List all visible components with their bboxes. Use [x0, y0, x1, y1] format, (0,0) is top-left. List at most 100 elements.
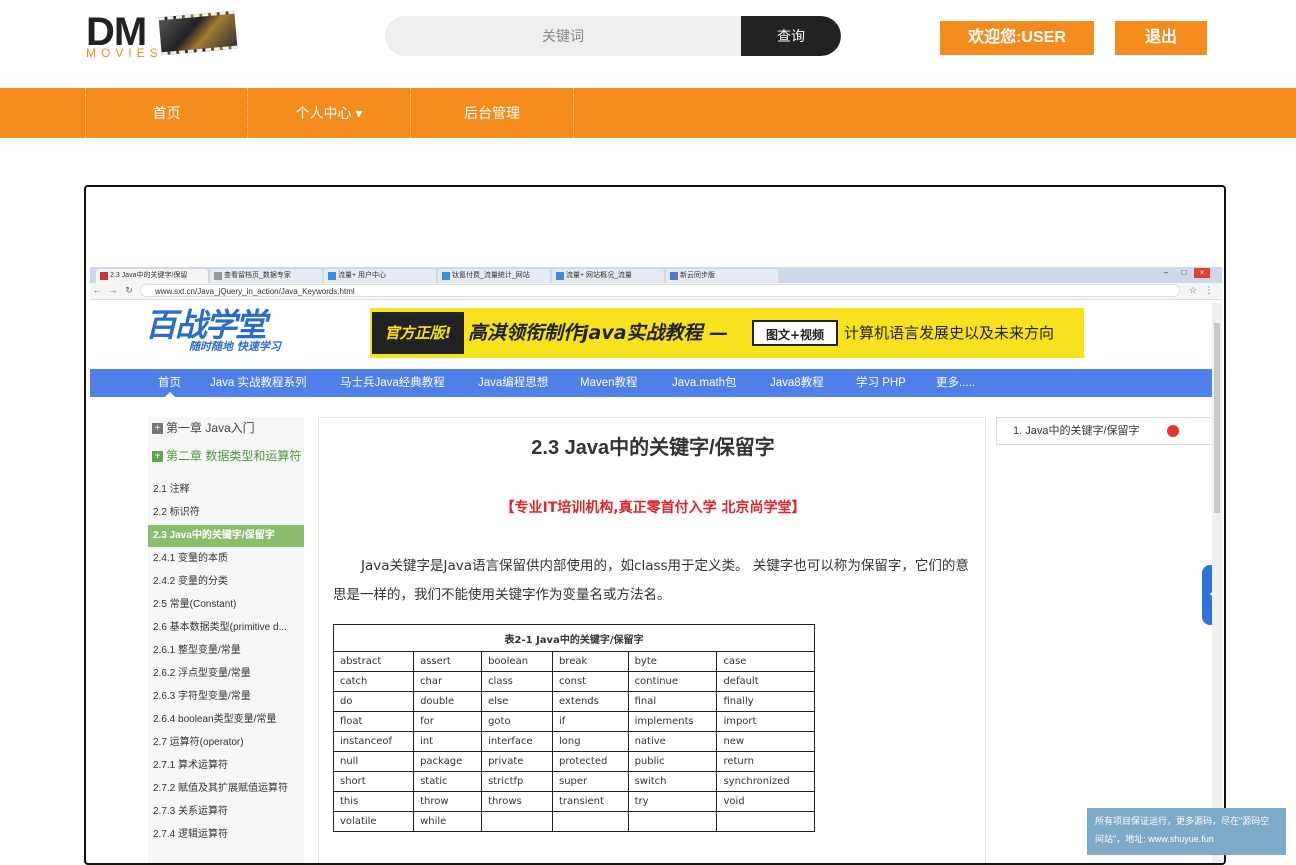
table-cell: strictfp [481, 771, 553, 792]
sidebar-item[interactable]: 2.6.1 整型变量/常量 [148, 640, 304, 662]
promo-banner[interactable]: 官方正版! 高淇领衔制作java实战教程 — 图文+视频 计算机语言发展史以及未… [370, 308, 1084, 358]
sidebar-item[interactable]: 2.7 运算符(operator) [148, 732, 304, 754]
sidebar-item[interactable]: 2.4.2 变量的分类 [148, 571, 304, 593]
sxt-nav-item[interactable]: Java 实战教程系列 [210, 369, 307, 397]
sxt-nav-item[interactable]: Maven教程 [580, 369, 638, 397]
site-logo[interactable]: DM MOVIES [86, 10, 238, 62]
banner-box: 图文+视频 [752, 320, 838, 346]
welcome-user-button[interactable]: 欢迎您:USER [940, 21, 1094, 55]
table-cell: default [716, 671, 815, 692]
sxt-nav-item[interactable]: 马士兵Java经典教程 [340, 369, 445, 397]
table-cell: void [716, 791, 815, 812]
sxt-nav-item[interactable]: 更多..... [936, 369, 975, 397]
close-icon[interactable]: × [1194, 268, 1210, 278]
maximize-icon[interactable]: □ [1176, 268, 1192, 278]
browser-tab[interactable]: 流量+ 用户中心 [324, 269, 436, 283]
scrollbar[interactable] [1212, 303, 1222, 863]
sidebar-item[interactable]: 2.6.4 boolean类型变量/常量 [148, 709, 304, 731]
sidebar-item[interactable]: 2.5 常量(Constant) [148, 594, 304, 616]
table-cell: switch [627, 771, 718, 792]
table-cell: case [716, 651, 815, 672]
search-bar: 查询 [385, 16, 841, 56]
sidebar-item[interactable]: 2.7.1 算术运算符 [148, 755, 304, 777]
table-cell: package [413, 751, 483, 772]
table-row: short static strictfp super switch synchroniz… [332, 771, 815, 792]
sidebar-chapter-1[interactable]: + 第一章 Java入门 [152, 421, 302, 435]
sxt-nav-item[interactable]: Java.math包 [672, 369, 737, 397]
article-title: 2.3 Java中的关键字/保留字 [531, 437, 775, 459]
sxt-logo[interactable]: 百战学堂 随时随地 快速学习 [145, 307, 295, 357]
nav-admin[interactable]: 后台管理 [410, 88, 574, 138]
article-slogan[interactable]: 【专业IT培训机构,真正零首付入学 北京尚学堂】 [319, 498, 987, 518]
sidebar-item[interactable]: 2.6 基本数据类型(primitive d... [148, 617, 304, 639]
sidebar-item[interactable]: 2.7.3 关系运算符 [148, 801, 304, 823]
sxt-logo-slogan: 随时随地 快速学习 [189, 340, 281, 353]
table-cell [716, 811, 815, 832]
table-cell: implements [627, 711, 718, 732]
favicon-icon [670, 272, 678, 280]
table-row: instanceof int interface long native new [332, 731, 815, 752]
table-cell: catch [332, 671, 415, 692]
source-note: 所有项目保证运行，更多源码，尽在"源码空间站"，地址: www.shuyue.f… [1087, 808, 1286, 855]
reload-icon[interactable]: ↻ [124, 285, 134, 296]
keywords-table: 表2-1 Java中的关键字/保留字 abstract assert boolean… [332, 624, 815, 832]
table-cell: final [627, 691, 718, 712]
sidebar-item[interactable]: 2.4.1 变量的本质 [148, 548, 304, 570]
nav-personal-center[interactable]: 个人中心 ▾ [247, 88, 410, 138]
table-cell: transient [552, 791, 629, 812]
sxt-nav-item[interactable]: 学习 PHP [856, 369, 906, 397]
banner-badge: 官方正版! [372, 312, 464, 354]
table-row: do double else extends final finally [332, 691, 815, 712]
sidebar-item-active[interactable]: 2.3 Java中的关键字/保留字 [148, 525, 304, 547]
sidebar-item[interactable]: 2.7.4 逻辑运算符 [148, 824, 304, 846]
star-icon[interactable]: ☆ [1188, 285, 1198, 296]
page-icon [214, 272, 222, 280]
table-cell: if [552, 711, 629, 732]
browser-tab-bar: 2.3 Java中的关键字/保留 查看留档页_数据专家 流量+ 用户中心 钛氪付… [90, 267, 1222, 283]
forward-icon[interactable]: → [108, 285, 118, 295]
menu-icon[interactable]: ⋮ [1204, 285, 1214, 296]
browser-tab[interactable]: 流量+ 网站概况_流量 [552, 269, 664, 283]
table-cell: return [716, 751, 815, 772]
table-row: this throw throws transient try void [332, 791, 815, 812]
table-cell: import [716, 711, 815, 732]
search-input[interactable] [385, 16, 741, 56]
logout-button[interactable]: 退出 [1115, 21, 1207, 55]
sidebar-item[interactable]: 2.6.3 字符型变量/常量 [148, 686, 304, 708]
sxt-nav-home[interactable]: 首页 [158, 369, 181, 397]
table-cell: native [627, 731, 718, 752]
nav-home[interactable]: 首页 [85, 88, 247, 138]
browser-tab[interactable]: 钛氪付费_流量统计_网站 [438, 269, 550, 283]
sidebar-item[interactable]: 2.7.2 赋值及其扩展赋值运算符 [148, 778, 304, 800]
table-cell: assert [413, 651, 483, 672]
url-field[interactable]: www.sxt.cn/Java_jQuery_in_action/Java_Ke… [140, 284, 1180, 297]
browser-tab[interactable]: 2.3 Java中的关键字/保留 [96, 269, 208, 283]
sxt-nav-item[interactable]: Java编程思想 [478, 369, 548, 397]
content-frame: 2.3 Java中的关键字/保留 查看留档页_数据专家 流量+ 用户中心 钛氪付… [84, 185, 1226, 865]
sidebar-item[interactable]: 2.6.2 浮点型变量/常量 [148, 663, 304, 685]
minimize-icon[interactable]: – [1158, 268, 1174, 278]
sidebar-item[interactable]: 2.1 注释 [148, 479, 304, 501]
banner-title: 高淇领衔制作java实战教程 — [468, 322, 729, 344]
sidebar-item[interactable]: 2.2 标识符 [148, 502, 304, 524]
back-icon[interactable]: ← [92, 285, 102, 295]
article-paragraph: Java关键字是Java语言保留供内部使用的，如class用于定义类。 关键字也… [333, 558, 969, 603]
search-button[interactable]: 查询 [741, 16, 841, 56]
film-strip-icon [158, 10, 238, 56]
table-row: volatile while [332, 811, 815, 832]
table-cell: long [552, 731, 629, 752]
toc-item[interactable]: 1. Java中的关键字/保留字 [996, 417, 1214, 445]
collapse-icon[interactable] [1167, 425, 1179, 437]
table-cell [481, 811, 553, 832]
table-cell: int [413, 731, 483, 752]
scrollbar-thumb[interactable] [1214, 323, 1220, 513]
table-cell: boolean [481, 651, 553, 672]
favicon-icon [442, 272, 450, 280]
embedded-screenshot: 2.3 Java中的关键字/保留 查看留档页_数据专家 流量+ 用户中心 钛氪付… [90, 267, 1222, 863]
sidebar-chapter-2[interactable]: + 第二章 数据类型和运算符 [152, 449, 302, 463]
sxt-nav-item[interactable]: Java8教程 [770, 369, 824, 397]
browser-tab[interactable]: 查看留档页_数据专家 [210, 269, 322, 283]
table-row: float for goto if implements import [332, 711, 815, 732]
expand-icon: + [152, 451, 163, 462]
browser-tab[interactable]: 新云同步版 [666, 269, 778, 283]
